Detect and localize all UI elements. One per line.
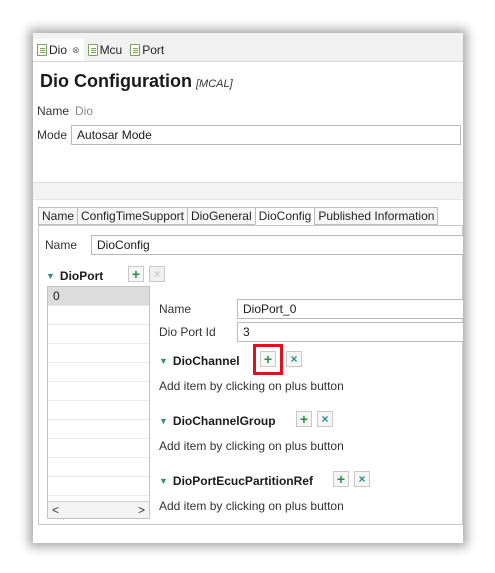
tab-dio-label: Dio xyxy=(49,43,68,57)
port-id-row: Dio Port Id 3 xyxy=(159,321,463,343)
editor-content: Dio Configuration [MCAL] Name Dio Mode A… xyxy=(33,61,463,543)
add-diochannel-button[interactable]: + xyxy=(260,351,276,367)
diochannel-title: DioChannel xyxy=(172,354,240,368)
tab-dio-config[interactable]: DioConfig xyxy=(254,207,315,225)
port-id-field[interactable]: 3 xyxy=(237,322,463,342)
close-icon[interactable]: ⊗ xyxy=(72,45,80,56)
list-item-empty xyxy=(48,401,149,420)
tab-mcu[interactable]: Mcu xyxy=(84,39,127,61)
page-subtitle: [MCAL] xyxy=(195,78,233,90)
diochannelgroup-title: DioChannelGroup xyxy=(172,414,276,428)
page-title: Dio Configuration xyxy=(40,71,192,91)
remove-dioport-button[interactable]: × xyxy=(149,266,165,282)
remove-diochannel-button[interactable]: × xyxy=(286,351,302,367)
horizontal-scrollbar[interactable]: < > xyxy=(48,501,149,518)
dioconfig-name-field[interactable]: DioConfig xyxy=(91,235,463,255)
tab-port[interactable]: Port xyxy=(126,39,168,61)
dioport-list: 0 < > xyxy=(47,286,150,519)
dioport-title: DioPort xyxy=(59,269,104,283)
tab-dio[interactable]: Dio ⊗ xyxy=(33,39,84,61)
scroll-left-icon[interactable]: < xyxy=(52,503,59,517)
mode-field[interactable]: Autosar Mode xyxy=(71,125,462,145)
diochannel-hint: Add item by clicking on plus button xyxy=(159,379,344,393)
list-item[interactable]: 0 xyxy=(48,287,149,306)
add-dioport-button[interactable]: + xyxy=(128,266,144,282)
port-name-row: Name DioPort_0 xyxy=(159,298,463,320)
diochannel-section-title[interactable]: ▼ DioChannel xyxy=(159,354,240,368)
chevron-down-icon: ▼ xyxy=(159,356,168,366)
dioportecucpartitionref-title: DioPortEcucPartitionRef xyxy=(172,474,313,488)
list-item-empty xyxy=(48,382,149,401)
chevron-down-icon: ▼ xyxy=(159,416,168,426)
editor-window: Dio ⊗ Mcu Port Dio Configuration [MCAL] … xyxy=(33,33,463,543)
list-item-empty xyxy=(48,306,149,325)
mode-label: Mode xyxy=(37,128,68,142)
dioconfig-name-row: Name DioConfig xyxy=(45,234,463,256)
port-name-label: Name xyxy=(159,302,192,316)
tab-name[interactable]: Name xyxy=(38,207,78,225)
remove-dioportecucpartitionref-button[interactable]: × xyxy=(354,471,370,487)
dioconfig-name-label: Name xyxy=(45,238,78,252)
list-item-empty xyxy=(48,363,149,382)
tab-mcu-label: Mcu xyxy=(99,43,123,57)
list-item-empty xyxy=(48,420,149,439)
list-item-empty xyxy=(48,477,149,496)
port-id-label: Dio Port Id xyxy=(159,325,216,339)
section-separator xyxy=(33,182,463,200)
file-icon xyxy=(87,44,98,56)
dioportecucpartitionref-hint: Add item by clicking on plus button xyxy=(159,499,344,513)
add-diochannelgroup-button[interactable]: + xyxy=(296,411,312,427)
add-dioportecucpartitionref-button[interactable]: + xyxy=(333,471,349,487)
dioportecucpartitionref-section-title[interactable]: ▼ DioPortEcucPartitionRef xyxy=(159,474,313,488)
list-item-empty xyxy=(48,439,149,458)
chevron-down-icon: ▼ xyxy=(159,476,168,486)
mode-row: Mode Autosar Mode xyxy=(37,124,462,146)
diochannelgroup-section-title[interactable]: ▼ DioChannelGroup xyxy=(159,414,276,428)
scroll-right-icon[interactable]: > xyxy=(138,503,145,517)
list-item-empty xyxy=(48,344,149,363)
editor-tab-bar: Dio ⊗ Mcu Port xyxy=(33,39,168,61)
diochannelgroup-hint: Add item by clicking on plus button xyxy=(159,439,344,453)
module-name-value: Dio xyxy=(75,104,94,118)
module-name-label: Name xyxy=(37,104,70,118)
tab-dio-general[interactable]: DioGeneral xyxy=(186,207,255,225)
tab-published-information[interactable]: Published Information xyxy=(314,207,439,225)
list-item-empty xyxy=(48,325,149,344)
tab-port-label: Port xyxy=(142,43,165,57)
remove-diochannelgroup-button[interactable]: × xyxy=(317,411,333,427)
list-item-empty xyxy=(48,458,149,477)
dioconfig-panel: Name DioConfig ▼ DioPort + × 0 < > Name … xyxy=(38,225,463,525)
chevron-down-icon: ▼ xyxy=(46,271,55,281)
page-header: Dio Configuration [MCAL] xyxy=(40,71,233,92)
dioport-section-title[interactable]: ▼ DioPort xyxy=(46,269,103,283)
file-icon xyxy=(130,44,141,56)
file-icon xyxy=(37,44,47,56)
tab-config-time-support[interactable]: ConfigTimeSupport xyxy=(77,207,187,225)
port-name-field[interactable]: DioPort_0 xyxy=(237,299,463,319)
module-name-row: Name Dio xyxy=(37,100,99,122)
config-tab-strip: Name ConfigTimeSupport DioGeneral DioCon… xyxy=(38,207,439,225)
